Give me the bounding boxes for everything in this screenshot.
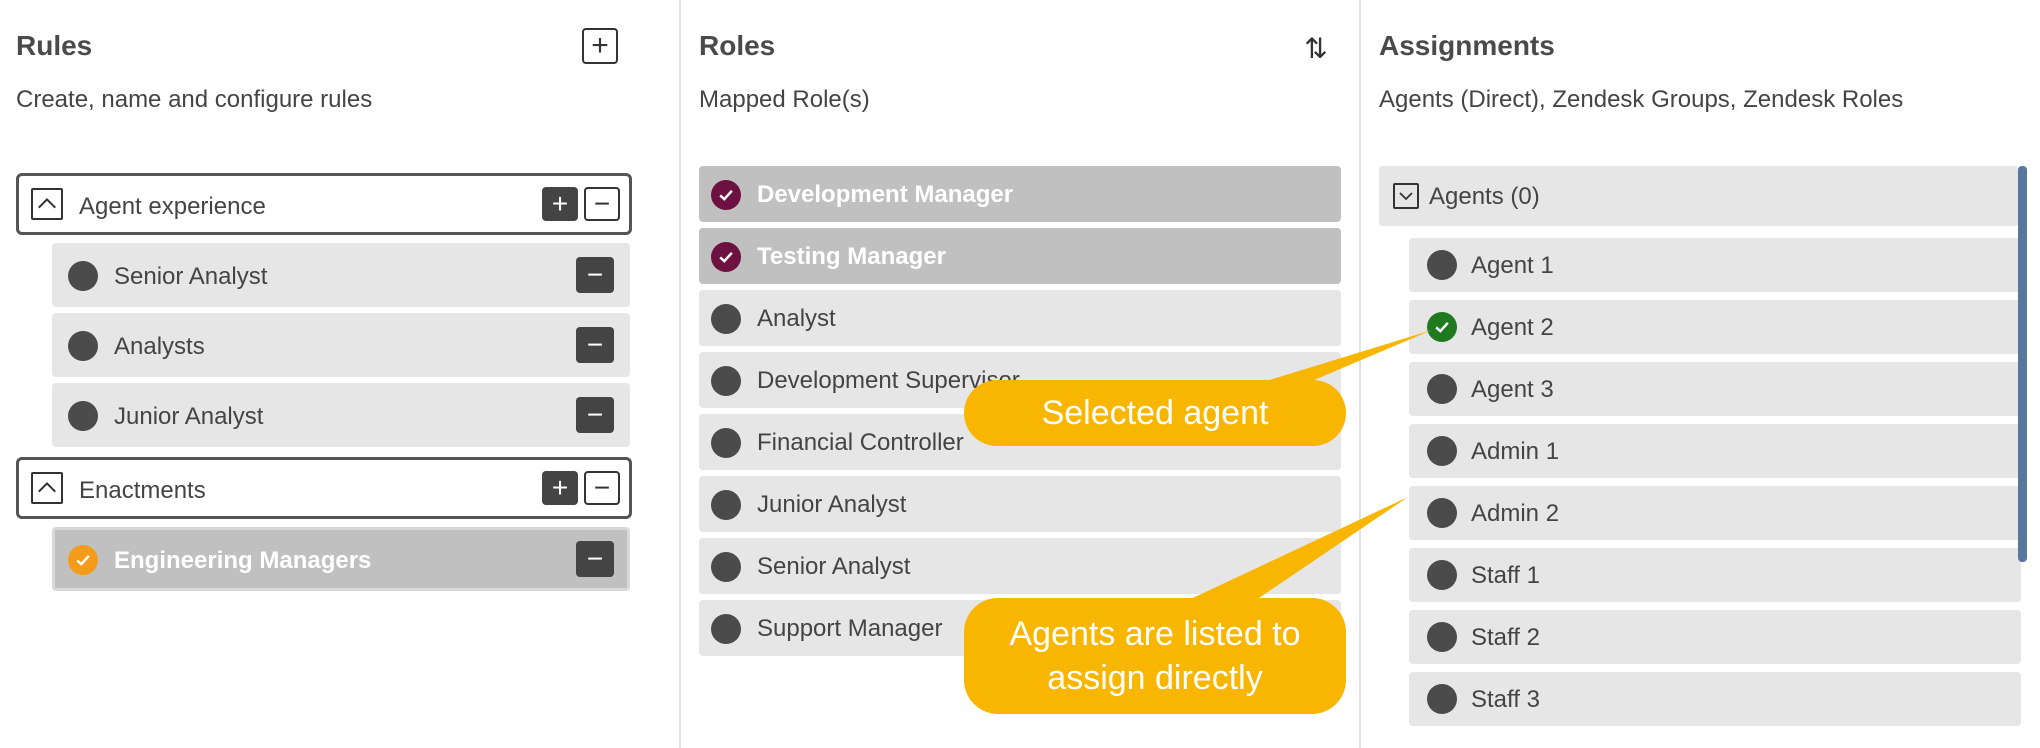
rule-group-enactments[interactable]: Enactments + − [16,457,632,519]
agent-item-staff-2[interactable]: Staff 2 [1409,610,2021,664]
rule-item-label: Senior Analyst [114,263,268,290]
remove-rule-item-button[interactable]: − [576,327,614,363]
check-circle-icon [1427,312,1457,342]
status-dot-icon [711,366,741,396]
status-dot-icon [711,552,741,582]
agent-item-admin-2[interactable]: Admin 2 [1409,486,2021,540]
rule-group-label: Agent experience [79,193,266,220]
roles-subtitle: Mapped Role(s) [699,86,870,113]
role-item-label: Junior Analyst [757,491,907,518]
agent-item-label: Admin 1 [1471,438,1560,465]
check-circle-icon [711,242,741,272]
role-item-label: Analyst [757,305,836,332]
rules-subtitle: Create, name and configure rules [16,86,373,113]
add-rule-item-button[interactable]: + [542,471,578,505]
agents-group-header[interactable]: Agents (0) [1379,166,2019,226]
chevron-down-icon[interactable] [1393,183,1419,209]
remove-rule-item-button[interactable]: − [576,541,614,577]
status-dot-icon [711,614,741,644]
role-item-analyst[interactable]: Analyst [699,290,1341,346]
agent-item-admin-1[interactable]: Admin 1 [1409,424,2021,478]
check-circle-icon [68,545,98,575]
rule-item-label: Engineering Managers [114,547,372,574]
rule-item-label: Junior Analyst [114,403,264,430]
agent-item-staff-3[interactable]: Staff 3 [1409,672,2021,726]
rule-item-engineering-managers[interactable]: Engineering Managers − [52,527,630,591]
role-item-label: Support Manager [757,615,943,642]
agent-item-label: Staff 2 [1471,624,1540,651]
agent-item-label: Staff 1 [1471,562,1540,589]
rules-title: Rules [16,30,93,61]
agents-group-label: Agents (0) [1429,183,1540,210]
agent-item-staff-1[interactable]: Staff 1 [1409,548,2021,602]
assignments-title: Assignments [1379,30,1555,61]
add-rule-item-button[interactable]: + [542,187,578,221]
role-item-junior-analyst[interactable]: Junior Analyst [699,476,1341,532]
remove-rule-group-button[interactable]: − [584,471,620,505]
status-dot-icon [68,401,98,431]
remove-rule-group-button[interactable]: − [584,187,620,221]
rule-group-agent-experience[interactable]: Agent experience + − [16,173,632,235]
role-item-senior-analyst[interactable]: Senior Analyst [699,538,1341,594]
agent-item-agent-3[interactable]: Agent 3 [1409,362,2021,416]
callout-agents-listed: Agents are listed to assign directly [964,598,1346,714]
status-dot-icon [1427,684,1457,714]
agent-item-label: Agent 2 [1471,314,1554,341]
sort-icon[interactable]: ⇅ [1299,30,1333,66]
status-dot-icon [68,331,98,361]
roles-title: Roles [699,30,776,61]
agent-item-agent-2[interactable]: Agent 2 [1409,300,2021,354]
role-item-testing-manager[interactable]: Testing Manager [699,228,1341,284]
assignments-panel: Assignments Agents (Direct), Zendesk Gro… [1361,0,2040,748]
status-dot-icon [1427,436,1457,466]
role-item-label: Development Manager [757,181,1014,208]
status-dot-icon [1427,250,1457,280]
rule-item-label: Analysts [114,333,205,360]
status-dot-icon [1427,374,1457,404]
rule-item-analysts[interactable]: Analysts − [52,313,630,377]
add-rule-button[interactable]: + [582,28,618,64]
role-item-label: Financial Controller [757,429,964,456]
rule-item-junior-analyst[interactable]: Junior Analyst − [52,383,630,447]
agent-item-label: Agent 1 [1471,252,1554,279]
status-dot-icon [1427,560,1457,590]
agent-item-agent-1[interactable]: Agent 1 [1409,238,2021,292]
agent-item-label: Staff 3 [1471,686,1540,713]
role-item-label: Senior Analyst [757,553,911,580]
chevron-up-icon[interactable] [31,472,63,504]
assignments-subtitle: Agents (Direct), Zendesk Groups, Zendesk… [1379,86,1904,113]
rule-item-senior-analyst[interactable]: Senior Analyst − [52,243,630,307]
role-item-development-manager[interactable]: Development Manager [699,166,1341,222]
agent-item-label: Admin 2 [1471,500,1560,527]
chevron-up-icon[interactable] [31,188,63,220]
callout-selected-agent: Selected agent [964,380,1346,446]
rules-panel: Rules + Create, name and configure rules… [0,0,681,748]
remove-rule-item-button[interactable]: − [576,257,614,293]
status-dot-icon [1427,498,1457,528]
status-dot-icon [711,490,741,520]
rule-group-label: Enactments [79,477,206,504]
status-dot-icon [711,304,741,334]
agent-item-label: Agent 3 [1471,376,1554,403]
assignments-scrollbar[interactable] [2018,166,2027,562]
role-item-label: Testing Manager [757,243,946,270]
status-dot-icon [68,261,98,291]
remove-rule-item-button[interactable]: − [576,397,614,433]
status-dot-icon [711,428,741,458]
check-circle-icon [711,180,741,210]
status-dot-icon [1427,622,1457,652]
